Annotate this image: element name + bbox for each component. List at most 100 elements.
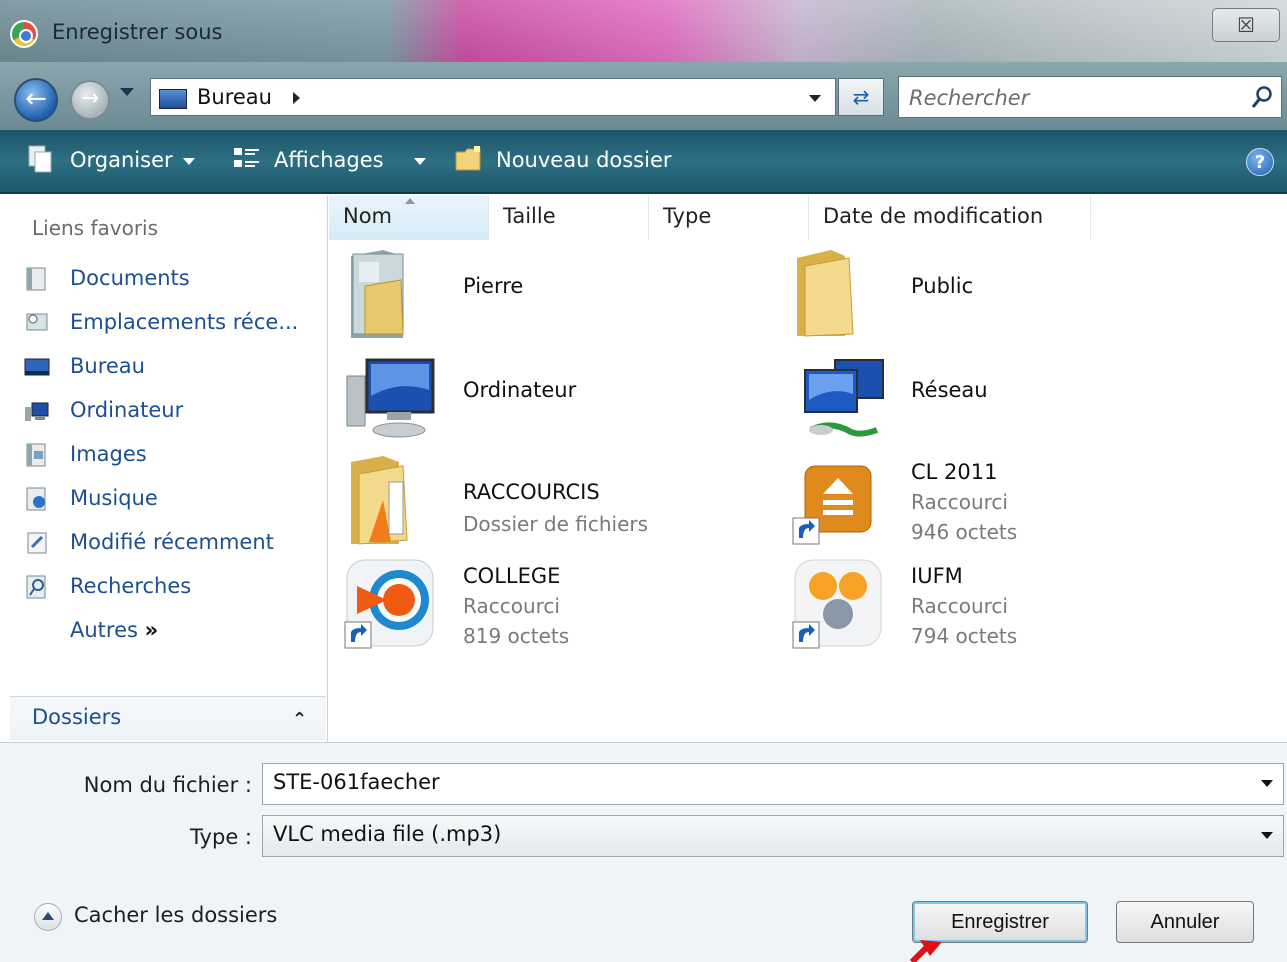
sidebar-item-label: Images bbox=[70, 442, 147, 466]
file-type: Dossier de fichiers bbox=[463, 512, 649, 536]
file-item-public[interactable]: Public bbox=[791, 246, 1231, 346]
history-dropdown-icon[interactable] bbox=[120, 88, 134, 96]
chevron-down-icon[interactable] bbox=[1261, 832, 1273, 839]
sidebar-item-computer[interactable]: Ordinateur bbox=[20, 394, 320, 430]
column-header-type[interactable]: Type bbox=[649, 196, 809, 240]
file-item-pierre[interactable]: Pierre bbox=[343, 246, 783, 346]
chevron-down-icon bbox=[182, 157, 195, 165]
sidebar-item-documents[interactable]: Documents bbox=[20, 262, 320, 298]
music-icon bbox=[26, 487, 46, 511]
hide-folders-label: Cacher les dossiers bbox=[74, 903, 278, 927]
chevron-up-icon: ⌃ bbox=[292, 709, 308, 730]
filename-label: Nom du fichier : bbox=[83, 773, 252, 797]
file-size: 794 octets bbox=[911, 624, 1018, 648]
organize-label: Organiser bbox=[70, 148, 173, 172]
recent-places-icon bbox=[26, 313, 48, 331]
forward-button[interactable]: → bbox=[70, 80, 110, 120]
close-button[interactable]: ☒ bbox=[1212, 8, 1280, 42]
chevron-down-icon[interactable] bbox=[1261, 780, 1273, 787]
file-size: 819 octets bbox=[463, 624, 570, 648]
computer-icon bbox=[25, 402, 49, 421]
computer-icon bbox=[346, 358, 435, 438]
file-name: RACCOURCIS bbox=[463, 480, 600, 504]
views-icon bbox=[234, 148, 259, 167]
new-folder-button[interactable]: Nouveau dossier bbox=[496, 148, 672, 172]
shortcut-icon bbox=[344, 559, 434, 649]
breadcrumb-chevron-icon[interactable] bbox=[293, 92, 300, 104]
file-item-iufm[interactable]: IUFM Raccourci 794 octets bbox=[791, 556, 1231, 656]
desktop-icon bbox=[24, 358, 50, 376]
title-bar: Enregistrer sous ☒ bbox=[0, 0, 1287, 62]
address-dropdown-icon[interactable] bbox=[809, 95, 821, 102]
refresh-button[interactable]: ⇄ bbox=[838, 78, 884, 116]
window-title: Enregistrer sous bbox=[52, 20, 223, 44]
sidebar-item-label: Musique bbox=[70, 486, 158, 510]
file-name: Public bbox=[911, 274, 974, 298]
column-header-date-modified[interactable]: Date de modification bbox=[809, 196, 1091, 240]
search-icon[interactable] bbox=[1251, 85, 1273, 109]
sidebar-item-recent-places[interactable]: Emplacements réce... bbox=[20, 306, 320, 342]
file-type: Raccourci bbox=[463, 594, 560, 618]
file-name: Ordinateur bbox=[463, 378, 577, 402]
search-box[interactable]: Rechercher bbox=[898, 76, 1282, 118]
sidebar-item-music[interactable]: Musique bbox=[20, 482, 320, 518]
search-input[interactable]: Rechercher bbox=[909, 86, 1029, 110]
address-breadcrumb[interactable]: Bureau bbox=[197, 85, 272, 109]
file-list-pane: Nom Taille Type Date de modification Pie… bbox=[329, 196, 1287, 742]
file-type-value: VLC media file (.mp3) bbox=[273, 822, 502, 846]
shortcut-icon bbox=[792, 559, 882, 649]
file-item-raccourcis[interactable]: RACCOURCIS Dossier de fichiers bbox=[343, 452, 783, 552]
sidebar-item-desktop[interactable]: Bureau bbox=[20, 350, 320, 386]
favorite-links-pane: Liens favoris Documents Emplacements réc… bbox=[0, 196, 328, 742]
more-label: Autres bbox=[70, 618, 138, 642]
file-item-cl-2011[interactable]: CL 2011 Raccourci 946 octets bbox=[791, 452, 1231, 552]
sidebar-item-pictures[interactable]: Images bbox=[20, 438, 320, 474]
file-item-computer[interactable]: Ordinateur bbox=[343, 350, 783, 450]
address-bar[interactable]: Bureau bbox=[150, 78, 836, 116]
back-button[interactable]: ← bbox=[14, 78, 58, 122]
network-icon bbox=[804, 359, 884, 437]
file-item-college[interactable]: COLLEGE Raccourci 819 octets bbox=[343, 556, 783, 656]
sort-ascending-icon bbox=[405, 198, 415, 204]
favorite-links-heading: Liens favoris bbox=[32, 216, 159, 240]
views-menu[interactable]: Affichages bbox=[274, 148, 426, 172]
file-name: IUFM bbox=[911, 564, 963, 588]
organize-menu[interactable]: Organiser bbox=[70, 148, 195, 172]
chrome-app-icon bbox=[10, 20, 38, 48]
user-folder-icon bbox=[351, 250, 404, 338]
column-header-size[interactable]: Taille bbox=[489, 196, 649, 240]
file-type-select[interactable]: VLC media file (.mp3) bbox=[262, 815, 1284, 857]
filename-input[interactable]: STE-061faecher bbox=[262, 763, 1284, 805]
type-label: Type : bbox=[190, 825, 252, 849]
column-header-name[interactable]: Nom bbox=[329, 196, 489, 240]
folder-icon bbox=[351, 456, 408, 545]
folders-toggle[interactable]: Dossiers ⌃ bbox=[10, 696, 326, 740]
organize-icon bbox=[28, 145, 52, 173]
sidebar-item-more[interactable]: Autres » bbox=[20, 614, 320, 650]
file-type: Raccourci bbox=[911, 594, 1008, 618]
folders-label: Dossiers bbox=[32, 705, 122, 729]
documents-icon bbox=[26, 267, 46, 291]
command-toolbar: Organiser Affichages Nouveau dossier ? bbox=[0, 130, 1287, 194]
views-label: Affichages bbox=[274, 148, 384, 172]
more-icon: » bbox=[144, 618, 159, 642]
recently-changed-icon bbox=[27, 532, 47, 554]
searches-icon bbox=[26, 575, 46, 599]
shortcut-icon bbox=[792, 465, 872, 545]
sidebar-item-label: Recherches bbox=[70, 574, 192, 598]
chevron-up-icon bbox=[34, 903, 62, 931]
file-item-network[interactable]: Réseau bbox=[791, 350, 1231, 450]
sidebar-item-label: Emplacements réce... bbox=[70, 310, 299, 334]
sidebar-item-label: Modifié récemment bbox=[70, 530, 274, 554]
save-form-panel: Nom du fichier : STE-061faecher Type : V… bbox=[0, 742, 1287, 962]
sidebar-item-searches[interactable]: Recherches bbox=[20, 570, 320, 606]
help-icon[interactable]: ? bbox=[1246, 148, 1274, 176]
chevron-down-icon bbox=[413, 157, 426, 165]
sidebar-item-recently-changed[interactable]: Modifié récemment bbox=[20, 526, 320, 562]
new-folder-icon bbox=[455, 146, 481, 171]
cancel-button[interactable]: Annuler bbox=[1116, 901, 1254, 943]
file-name: Pierre bbox=[463, 274, 524, 298]
hide-folders-button[interactable]: Cacher les dossiers bbox=[30, 901, 290, 933]
save-button[interactable]: Enregistrer bbox=[912, 901, 1088, 943]
file-type: Raccourci bbox=[911, 490, 1008, 514]
